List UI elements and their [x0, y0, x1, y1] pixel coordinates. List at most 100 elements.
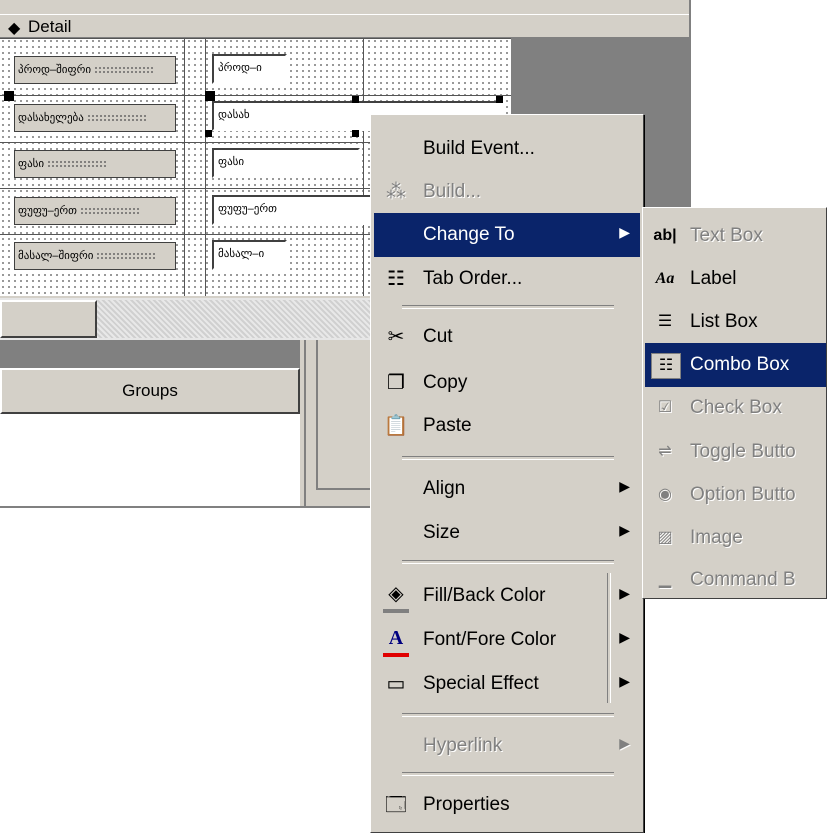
change-to-submenu: ab| Text Box Aa Label ☰ List Box ☷ Combo… — [642, 207, 827, 599]
submenu-arrow-icon: ▶ — [619, 224, 630, 240]
context-menu: Build Event... ⁂ Build... Change To ▶ ☷ … — [370, 114, 644, 833]
toggle-button-icon: ⇌ — [658, 443, 672, 460]
scrollbar-thumb[interactable] — [0, 300, 97, 338]
properties-icon: 🗔 — [385, 794, 407, 816]
menu-item-paste[interactable]: 📋 Paste — [374, 404, 640, 448]
submenu-arrow-icon: ▶ — [619, 522, 630, 538]
field-label-text: მასალ–შიფრი — [18, 250, 94, 262]
submenu-arrow-icon: ▶ — [619, 629, 630, 645]
submenu-arrow-icon: ▶ — [619, 478, 630, 494]
submenu-item-option-button: ◉ Option Butto — [645, 473, 826, 517]
menu-item-special-effect[interactable]: ▭ Special Effect ▶ — [374, 662, 640, 706]
menu-item-label: Properties — [423, 794, 510, 815]
grid-line — [0, 95, 511, 96]
menu-item-font-fore-color[interactable]: A Font/Fore Color ▶ — [374, 618, 640, 662]
grid-line — [0, 38, 511, 39]
submenu-item-toggle-button: ⇌ Toggle Butto — [645, 430, 826, 474]
selection-handle[interactable] — [4, 91, 14, 101]
menu-item-fill-back-color[interactable]: ◈ Fill/Back Color ▶ — [374, 574, 640, 618]
field-label[interactable]: დასახელება — [14, 104, 176, 132]
submenu-item-combo-box[interactable]: ☷ Combo Box — [645, 343, 826, 387]
menu-item-label: Copy — [423, 372, 468, 393]
menu-item-label: Fill/Back Color — [423, 585, 546, 606]
section-arrow-icon: ◆ — [8, 20, 21, 37]
menu-item-label: Paste — [423, 415, 472, 436]
paint-bucket-icon: ◈ — [383, 583, 409, 613]
label-icon: Aa — [655, 270, 675, 287]
submenu-item-label-text: Toggle Butto — [690, 441, 796, 462]
submenu-item-label[interactable]: Aa Label — [645, 257, 826, 301]
submenu-item-command-button: ▁ Command B — [645, 558, 826, 598]
submenu-item-label-text: Check Box — [690, 397, 782, 418]
field-label[interactable]: პროდ–შიფრი — [14, 56, 176, 84]
submenu-arrow-icon: ▶ — [619, 735, 630, 751]
menu-separator — [402, 713, 614, 717]
submenu-item-label-text: Image — [690, 527, 743, 548]
menu-item-label: Special Effect — [423, 673, 539, 694]
menu-item-align[interactable]: Align ▶ — [374, 467, 640, 511]
submenu-item-label-text: Label — [690, 268, 737, 289]
submenu-item-label: Text Box — [690, 225, 763, 246]
menu-item-properties[interactable]: 🗔 Properties — [374, 783, 640, 827]
submenu-item-check-box: ☑ Check Box — [645, 386, 826, 430]
menu-item-size[interactable]: Size ▶ — [374, 511, 640, 555]
submenu-item-text-box: ab| Text Box — [645, 214, 826, 258]
submenu-item-label-text: List Box — [690, 311, 758, 332]
option-button-icon: ◉ — [658, 486, 672, 503]
grid-line — [184, 38, 185, 296]
menu-item-label: Size — [423, 522, 460, 543]
field-textbox[interactable]: ფასი — [212, 148, 360, 178]
menu-item-cut[interactable]: ✂ Cut — [374, 315, 640, 359]
detail-section-bar[interactable]: ◆ Detail — [0, 14, 689, 38]
groups-button[interactable]: Groups — [0, 368, 300, 414]
field-textbox[interactable]: ფუფუ–ერთ — [212, 195, 372, 225]
check-box-icon: ☑ — [657, 399, 673, 416]
submenu-item-label-text: Combo Box — [690, 354, 790, 375]
field-label-text: პროდ–შიფრი — [18, 64, 92, 76]
menu-item-label: Build Event... — [423, 138, 535, 159]
image-icon: ▨ — [657, 529, 673, 546]
menu-item-label: Hyperlink — [423, 735, 503, 756]
field-label[interactable]: მასალ–შიფრი — [14, 242, 176, 270]
selection-handle[interactable] — [352, 96, 359, 103]
menu-separator — [402, 305, 614, 309]
groups-panel — [0, 414, 300, 506]
divider — [304, 340, 306, 506]
field-label-text: ფუფუ–ერთ — [18, 205, 77, 217]
submenu-item-image: ▨ Image — [645, 516, 826, 560]
magic-wand-icon: ⁂ — [386, 181, 406, 203]
clipboard-icon: 📋 — [383, 415, 409, 437]
field-label-text: ფასი — [18, 158, 45, 170]
field-label-text: დასახელება — [18, 112, 84, 124]
panel-header-strip — [0, 340, 300, 368]
command-button-icon: ▁ — [658, 571, 672, 588]
menu-item-copy[interactable]: ❐ Copy — [374, 361, 640, 405]
submenu-item-list-box[interactable]: ☰ List Box — [645, 300, 826, 344]
selection-handle[interactable] — [205, 130, 212, 137]
menu-item-label: Align — [423, 478, 466, 499]
menu-item-label: Tab Order... — [423, 268, 523, 289]
section-title: Detail — [28, 17, 72, 36]
menu-item-build-event[interactable]: Build Event... — [374, 127, 640, 171]
menu-item-label: Build... — [423, 181, 482, 202]
list-box-icon: ☰ — [657, 313, 673, 330]
grid-line — [363, 38, 364, 296]
menu-item-change-to[interactable]: Change To ▶ — [374, 213, 640, 257]
font-color-icon: A — [383, 627, 409, 657]
scissors-icon: ✂ — [387, 326, 405, 348]
menu-item-tab-order[interactable]: ☷ Tab Order... — [374, 257, 640, 301]
special-effect-icon: ▭ — [386, 673, 406, 695]
selection-handle[interactable] — [496, 96, 503, 103]
divider — [316, 340, 318, 490]
menu-separator — [402, 456, 614, 460]
selection-handle[interactable] — [352, 130, 359, 137]
combo-box-icon: ☷ — [651, 353, 681, 379]
field-textbox[interactable]: მასალ–ი — [212, 240, 287, 270]
selection-handle[interactable] — [205, 91, 215, 101]
copy-icon: ❐ — [387, 372, 405, 394]
menu-item-label: Change To — [423, 224, 515, 245]
field-label[interactable]: ფუფუ–ერთ — [14, 197, 176, 225]
field-textbox[interactable]: პროდ–ი — [212, 54, 287, 84]
field-label[interactable]: ფასი — [14, 150, 176, 178]
submenu-arrow-icon: ▶ — [619, 673, 630, 689]
